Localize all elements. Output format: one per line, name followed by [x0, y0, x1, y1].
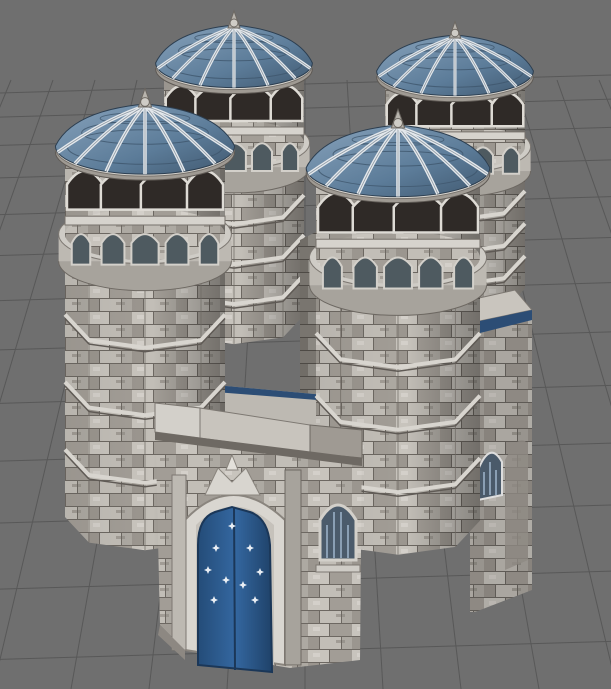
3d-viewport[interactable] [0, 0, 611, 689]
viewport-scene [0, 9, 611, 689]
castle-door [197, 505, 274, 674]
